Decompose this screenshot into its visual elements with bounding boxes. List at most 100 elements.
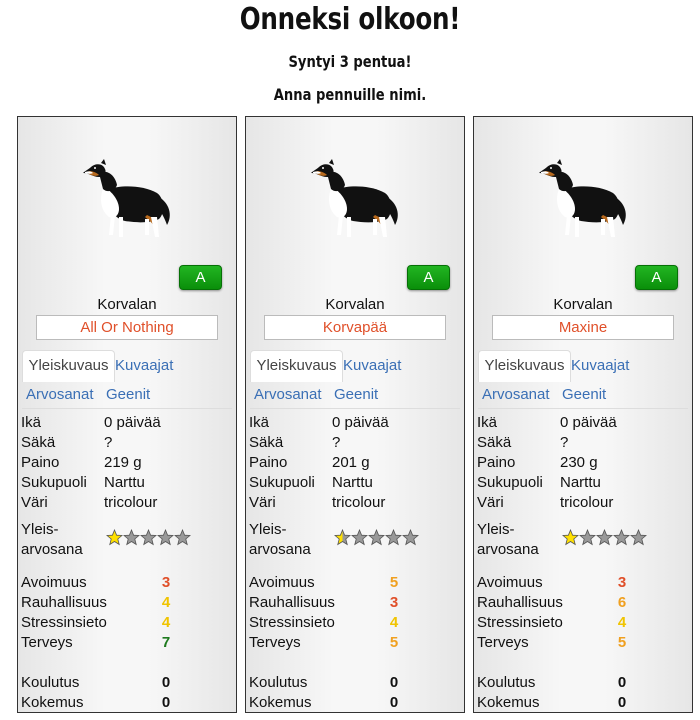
openness-value: 3 — [161, 574, 171, 591]
puppy-name-input[interactable]: Maxine — [492, 315, 674, 340]
height-value: ? — [332, 434, 341, 451]
overall-rating-label-2: arvosana — [249, 541, 311, 558]
tab-divider — [478, 408, 688, 409]
tab-divider — [250, 408, 460, 409]
litter-count-text: Syntyi 3 pentua! — [288, 52, 412, 71]
dog-image — [81, 159, 176, 241]
weight-label: Paino — [21, 454, 60, 471]
tab-ratings[interactable]: Arvosanat — [26, 386, 94, 403]
breed-name: Korvalan — [325, 296, 385, 313]
rating-star-icon — [561, 528, 580, 551]
sex-label: Sukupuoli — [249, 474, 315, 491]
puppy-card: A Korvalan Korvapää Yleiskuvaus Kuvaajat… — [245, 116, 465, 713]
weight-value: 219 g — [104, 454, 142, 471]
rating-star-icon — [122, 528, 141, 551]
color-label: Väri — [21, 494, 48, 511]
calmness-value: 3 — [389, 594, 399, 611]
tab-divider — [22, 408, 232, 409]
tab-genes[interactable]: Geenit — [562, 386, 606, 403]
puppy-card: A Korvalan Maxine Yleiskuvaus Kuvaajat A… — [473, 116, 693, 713]
tab-photographers[interactable]: Kuvaajat — [571, 357, 629, 374]
page-title: Onneksi olkoon! — [239, 2, 461, 37]
experience-label: Kokemus — [477, 694, 540, 711]
experience-label: Kokemus — [249, 694, 312, 711]
a-button[interactable]: A — [407, 265, 450, 290]
openness-value: 5 — [389, 574, 399, 591]
height-label: Säkä — [477, 434, 512, 451]
tab-genes[interactable]: Geenit — [334, 386, 378, 403]
sex-value: Narttu — [104, 474, 145, 491]
experience-value: 0 — [389, 694, 399, 711]
rating-star-icon — [105, 528, 124, 551]
color-value: tricolour — [104, 494, 158, 511]
calmness-label: Rauhallisuus — [477, 594, 563, 611]
training-value: 0 — [389, 674, 399, 691]
training-label: Koulutus — [249, 674, 308, 691]
training-label: Koulutus — [477, 674, 536, 691]
health-label: Terveys — [21, 634, 73, 651]
rating-stars — [333, 528, 420, 551]
rating-star-icon — [384, 528, 403, 551]
age-value: 0 päivää — [104, 414, 161, 431]
puppy-name-input[interactable]: Korvapää — [264, 315, 446, 340]
training-label: Koulutus — [21, 674, 80, 691]
calmness-label: Rauhallisuus — [249, 594, 335, 611]
height-label: Säkä — [21, 434, 56, 451]
experience-value: 0 — [161, 694, 171, 711]
calmness-label: Rauhallisuus — [21, 594, 107, 611]
rating-star-icon — [367, 528, 386, 551]
health-label: Terveys — [477, 634, 529, 651]
rating-star-icon — [595, 528, 614, 551]
tab-photographers[interactable]: Kuvaajat — [343, 357, 401, 374]
stress-value: 4 — [161, 614, 171, 631]
height-value: ? — [560, 434, 569, 451]
rating-star-icon — [333, 528, 352, 551]
weight-label: Paino — [249, 454, 288, 471]
age-value: 0 päivää — [332, 414, 389, 431]
tab-genes[interactable]: Geenit — [106, 386, 150, 403]
age-label: Ikä — [249, 414, 270, 431]
overall-rating-label-2: arvosana — [477, 541, 539, 558]
experience-value: 0 — [617, 694, 627, 711]
training-value: 0 — [161, 674, 171, 691]
tab-photographers[interactable]: Kuvaajat — [115, 357, 173, 374]
training-value: 0 — [617, 674, 627, 691]
calmness-value: 6 — [617, 594, 627, 611]
height-label: Säkä — [249, 434, 284, 451]
sex-value: Narttu — [332, 474, 373, 491]
a-button[interactable]: A — [635, 265, 678, 290]
a-button[interactable]: A — [179, 265, 222, 290]
stress-value: 4 — [389, 614, 399, 631]
weight-label: Paino — [477, 454, 516, 471]
overall-rating-label: Yleis- — [21, 521, 59, 538]
stress-label: Stressinsieto — [21, 614, 107, 631]
tab-ratings[interactable]: Arvosanat — [482, 386, 550, 403]
sex-label: Sukupuoli — [21, 474, 87, 491]
sex-label: Sukupuoli — [477, 474, 543, 491]
breed-name: Korvalan — [97, 296, 157, 313]
tab-overview[interactable]: Yleiskuvaus — [250, 350, 343, 382]
tab-overview[interactable]: Yleiskuvaus — [22, 350, 115, 382]
tab-ratings[interactable]: Arvosanat — [254, 386, 322, 403]
naming-instruction: Anna pennuille nimi. — [273, 85, 427, 104]
rating-star-icon — [401, 528, 420, 551]
stress-label: Stressinsieto — [477, 614, 563, 631]
health-value: 7 — [161, 634, 171, 651]
overall-rating-label: Yleis- — [477, 521, 515, 538]
rating-star-icon — [350, 528, 369, 551]
height-value: ? — [104, 434, 113, 451]
health-label: Terveys — [249, 634, 301, 651]
age-label: Ikä — [477, 414, 498, 431]
health-value: 5 — [389, 634, 399, 651]
rating-stars — [561, 528, 648, 551]
age-label: Ikä — [21, 414, 42, 431]
rating-star-icon — [578, 528, 597, 551]
dog-image — [537, 159, 632, 241]
weight-value: 201 g — [332, 454, 370, 471]
stress-value: 4 — [617, 614, 627, 631]
calmness-value: 4 — [161, 594, 171, 611]
puppy-name-input[interactable]: All Or Nothing — [36, 315, 218, 340]
rating-stars — [105, 528, 192, 551]
tab-overview[interactable]: Yleiskuvaus — [478, 350, 571, 382]
rating-star-icon — [612, 528, 631, 551]
